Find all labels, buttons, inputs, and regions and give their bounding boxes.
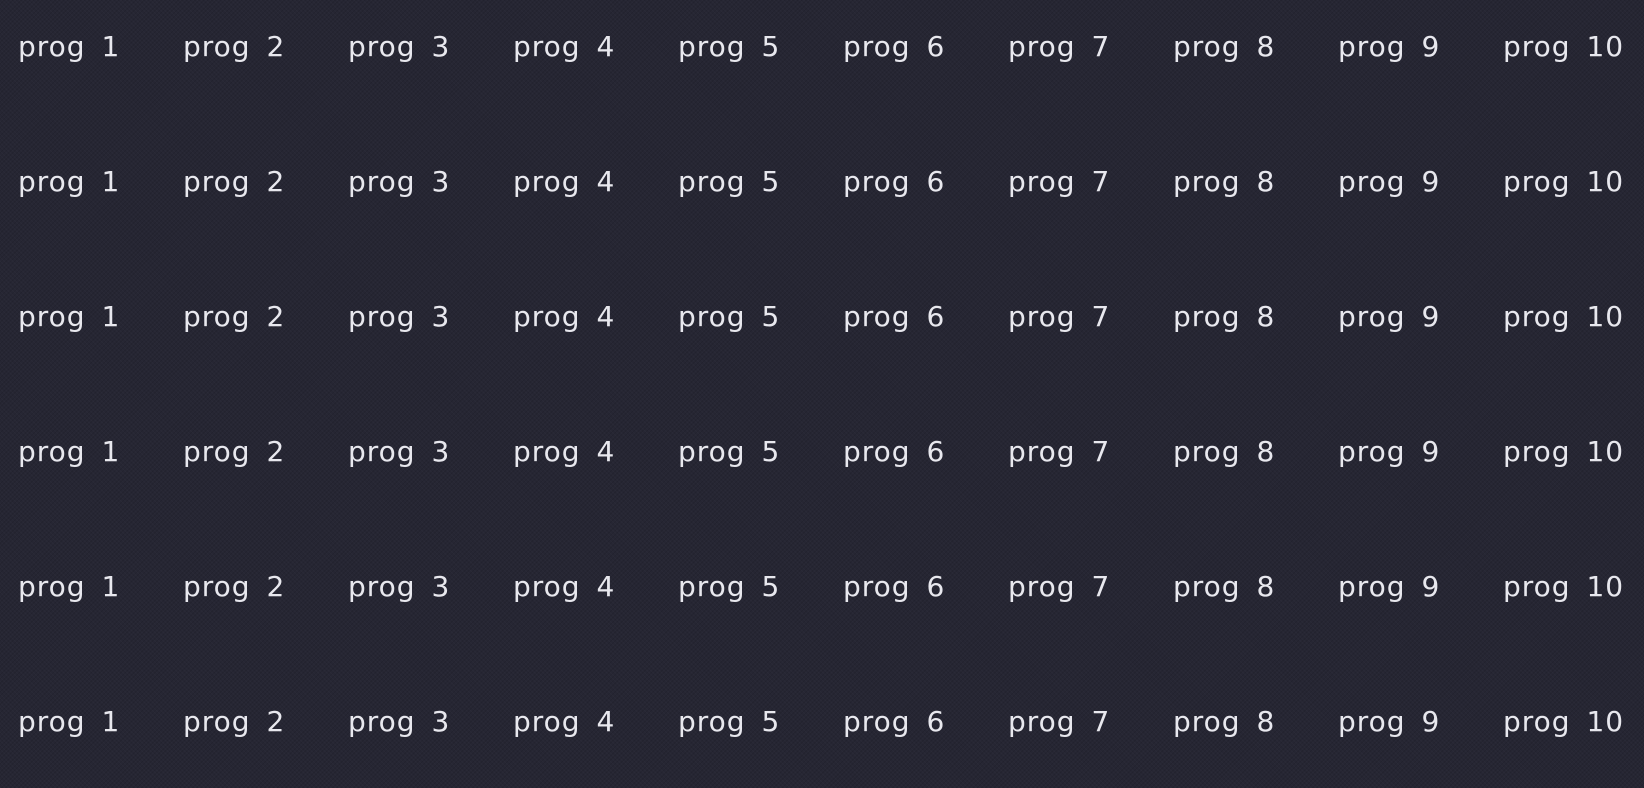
program-button-3[interactable]: prog 3: [348, 162, 450, 202]
program-button-1[interactable]: prog 1: [18, 567, 120, 607]
program-button-9[interactable]: prog 9: [1338, 162, 1440, 202]
program-button-2[interactable]: prog 2: [183, 702, 285, 742]
program-button-4[interactable]: prog 4: [513, 702, 615, 742]
program-button-6[interactable]: prog 6: [843, 567, 945, 607]
program-button-5[interactable]: prog 5: [678, 297, 780, 337]
program-button-10[interactable]: prog 10: [1503, 702, 1624, 742]
program-button-4[interactable]: prog 4: [513, 297, 615, 337]
program-button-7[interactable]: prog 7: [1008, 702, 1110, 742]
program-button-6[interactable]: prog 6: [843, 297, 945, 337]
program-button-2[interactable]: prog 2: [183, 567, 285, 607]
program-button-10[interactable]: prog 10: [1503, 162, 1624, 202]
program-button-9[interactable]: prog 9: [1338, 27, 1440, 67]
program-row: prog 1 prog 2 prog 3 prog 4 prog 5 prog 6 prog…: [0, 702, 1644, 742]
program-button-5[interactable]: prog 5: [678, 567, 780, 607]
program-button-10[interactable]: prog 10: [1503, 297, 1624, 337]
program-button-2[interactable]: prog 2: [183, 432, 285, 472]
program-button-1[interactable]: prog 1: [18, 162, 120, 202]
program-button-7[interactable]: prog 7: [1008, 297, 1110, 337]
program-button-3[interactable]: prog 3: [348, 702, 450, 742]
program-button-8[interactable]: prog 8: [1173, 297, 1275, 337]
program-row: prog 1 prog 2 prog 3 prog 4 prog 5 prog 6 prog…: [0, 162, 1644, 202]
program-button-9[interactable]: prog 9: [1338, 432, 1440, 472]
program-button-9[interactable]: prog 9: [1338, 702, 1440, 742]
program-button-3[interactable]: prog 3: [348, 567, 450, 607]
program-button-8[interactable]: prog 8: [1173, 432, 1275, 472]
program-button-7[interactable]: prog 7: [1008, 432, 1110, 472]
program-button-7[interactable]: prog 7: [1008, 27, 1110, 67]
program-button-6[interactable]: prog 6: [843, 432, 945, 472]
program-button-8[interactable]: prog 8: [1173, 702, 1275, 742]
program-button-7[interactable]: prog 7: [1008, 567, 1110, 607]
program-button-1[interactable]: prog 1: [18, 702, 120, 742]
program-button-1[interactable]: prog 1: [18, 297, 120, 337]
program-button-3[interactable]: prog 3: [348, 432, 450, 472]
program-button-10[interactable]: prog 10: [1503, 27, 1624, 67]
program-button-7[interactable]: prog 7: [1008, 162, 1110, 202]
program-button-4[interactable]: prog 4: [513, 567, 615, 607]
program-button-2[interactable]: prog 2: [183, 162, 285, 202]
program-button-9[interactable]: prog 9: [1338, 297, 1440, 337]
program-button-6[interactable]: prog 6: [843, 27, 945, 67]
program-button-grid: prog 1 prog 2 prog 3 prog 4 prog 5 prog 6 prog…: [0, 0, 1644, 788]
program-row: prog 1 prog 2 prog 3 prog 4 prog 5 prog 6 prog…: [0, 432, 1644, 472]
program-row: prog 1 prog 2 prog 3 prog 4 prog 5 prog 6 prog…: [0, 297, 1644, 337]
program-button-5[interactable]: prog 5: [678, 432, 780, 472]
program-row: prog 1 prog 2 prog 3 prog 4 prog 5 prog 6 prog…: [0, 567, 1644, 607]
program-row: prog 1 prog 2 prog 3 prog 4 prog 5 prog 6 prog…: [0, 27, 1644, 67]
program-button-10[interactable]: prog 10: [1503, 567, 1624, 607]
program-button-1[interactable]: prog 1: [18, 432, 120, 472]
program-button-6[interactable]: prog 6: [843, 702, 945, 742]
program-button-5[interactable]: prog 5: [678, 702, 780, 742]
program-button-9[interactable]: prog 9: [1338, 567, 1440, 607]
program-button-8[interactable]: prog 8: [1173, 567, 1275, 607]
program-button-4[interactable]: prog 4: [513, 27, 615, 67]
program-button-3[interactable]: prog 3: [348, 297, 450, 337]
program-button-8[interactable]: prog 8: [1173, 27, 1275, 67]
program-button-2[interactable]: prog 2: [183, 297, 285, 337]
program-button-6[interactable]: prog 6: [843, 162, 945, 202]
program-button-5[interactable]: prog 5: [678, 162, 780, 202]
program-button-2[interactable]: prog 2: [183, 27, 285, 67]
program-button-5[interactable]: prog 5: [678, 27, 780, 67]
program-button-3[interactable]: prog 3: [348, 27, 450, 67]
program-button-4[interactable]: prog 4: [513, 432, 615, 472]
program-button-4[interactable]: prog 4: [513, 162, 615, 202]
program-button-10[interactable]: prog 10: [1503, 432, 1624, 472]
program-button-8[interactable]: prog 8: [1173, 162, 1275, 202]
program-button-1[interactable]: prog 1: [18, 27, 120, 67]
